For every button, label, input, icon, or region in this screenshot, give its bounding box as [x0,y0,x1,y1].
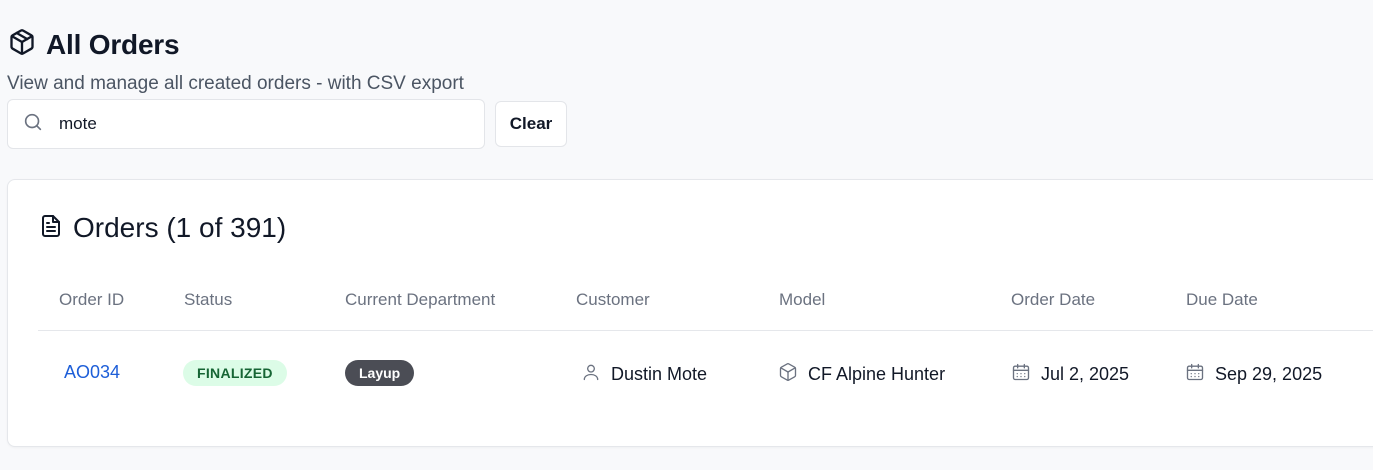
column-header-status[interactable]: Status [184,290,232,310]
order-id-link[interactable]: AO034 [64,362,120,383]
table-header-divider [38,330,1373,331]
page-header: All Orders [8,28,180,61]
package-icon [778,362,808,387]
column-header-customer[interactable]: Customer [576,290,650,310]
page-title: All Orders [46,28,180,60]
page-subtitle: View and manage all created orders - wit… [7,73,464,94]
search-bar: Clear [7,99,567,149]
department-badge: Layup [345,360,415,386]
column-header-current-department[interactable]: Current Department [345,290,495,310]
customer-name: Dustin Mote [611,364,708,384]
document-icon [39,214,63,243]
package-icon [8,28,36,61]
clear-button[interactable]: Clear [495,101,567,147]
status-badge: FINALIZED [183,360,287,386]
column-header-order-id[interactable]: Order ID [59,290,124,310]
user-icon [581,362,611,387]
calendar-icon [1011,362,1041,387]
calendar-icon [1185,362,1215,387]
column-header-due-date[interactable]: Due Date [1186,290,1258,310]
search-icon [22,111,44,138]
column-header-model[interactable]: Model [779,290,825,310]
search-field[interactable] [7,99,485,149]
column-header-order-date[interactable]: Order Date [1011,290,1095,310]
orders-card-title: Orders (1 of 391) [73,212,287,243]
order-date: Jul 2, 2025 [1041,364,1130,384]
model-name: CF Alpine Hunter [808,364,946,384]
orders-card: Orders (1 of 391) Order ID Status Curren… [7,179,1373,447]
search-input[interactable] [59,114,439,134]
due-date: Sep 29, 2025 [1215,364,1323,384]
